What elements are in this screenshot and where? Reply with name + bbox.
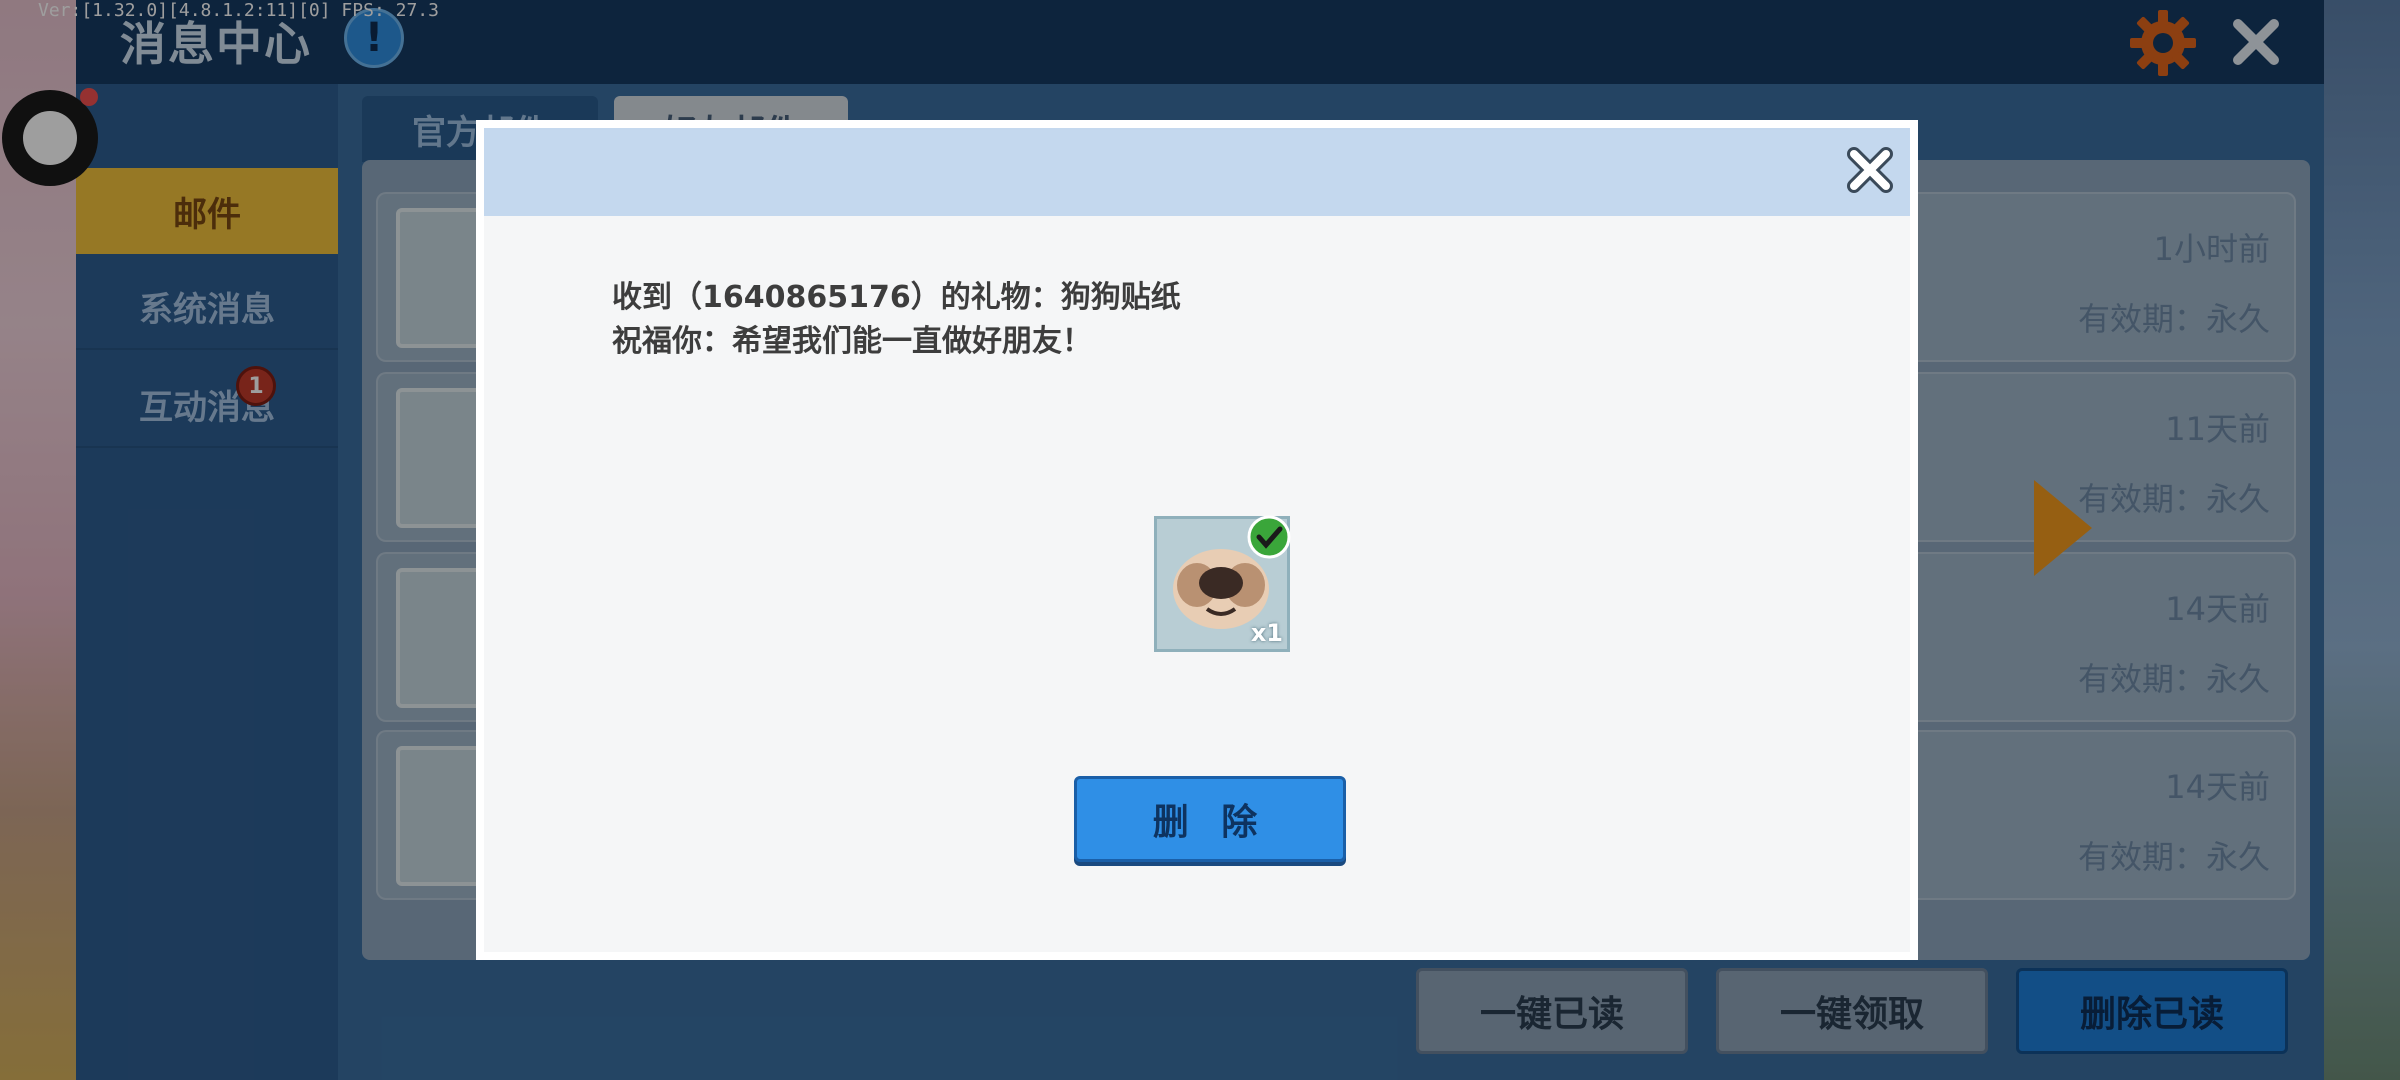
dialog-header — [484, 128, 1910, 216]
gift-message-line1: 收到（1640865176）的礼物：狗狗贴纸 — [612, 280, 1181, 315]
gift-message-line2: 祝福你：希望我们能一直做好朋友！ — [612, 324, 1092, 359]
close-icon[interactable] — [1842, 142, 1898, 198]
gift-item-slot[interactable]: x1 — [1154, 515, 1291, 652]
gift-quantity: x1 — [1250, 619, 1283, 647]
gift-message: 收到（1640865176）的礼物：狗狗贴纸 祝福你：希望我们能一直做好朋友！ — [612, 276, 1181, 364]
check-icon — [1247, 515, 1291, 559]
delete-button[interactable]: 删 除 — [1074, 776, 1346, 862]
gift-dialog: 收到（1640865176）的礼物：狗狗贴纸 祝福你：希望我们能一直做好朋友！ … — [476, 120, 1918, 960]
